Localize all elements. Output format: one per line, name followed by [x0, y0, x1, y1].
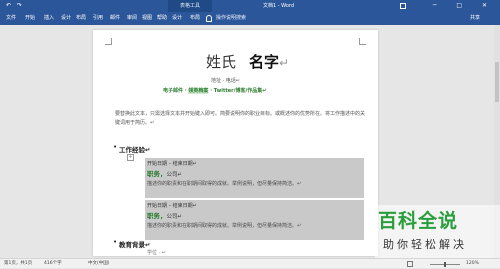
section-experience-heading[interactable]: 工作经验↵: [119, 144, 150, 154]
job-description[interactable]: 描述你的职责和在职期间取得的成就。举例说明，但尽量保持简洁。↵: [147, 222, 301, 229]
ribbon-display-icon[interactable]: [400, 3, 406, 9]
tab-review[interactable]: 审阅: [127, 12, 137, 25]
summary-paragraph[interactable]: 要替换此文本，只需选择文本并开始键入即可。简要说明你的职业目标。或概述你的优势所…: [115, 110, 365, 128]
zoom-slider-thumb[interactable]: [444, 262, 446, 267]
print-layout-view-icon[interactable]: [407, 261, 413, 267]
crop-mark-top-left: [105, 38, 112, 45]
job-dates[interactable]: 开始日期 – 结束日期↵: [147, 202, 197, 209]
section-bullet: •: [113, 143, 118, 151]
job-entry[interactable]: 开始日期 – 结束日期↵ 职务，公司↵ 描述你的职责和在职期间取得的成就。举例说…: [145, 158, 364, 198]
job-title[interactable]: 职务，公司↵: [147, 168, 182, 178]
ribbon-tabs: 文件 开始 插入 设计 布局 引用 邮件 审阅 视图 帮助 设计 布局 操作说明…: [0, 12, 500, 25]
section-bullet: •: [113, 238, 118, 246]
tell-me-search[interactable]: 操作说明搜索: [216, 12, 246, 25]
document-page[interactable]: 姓氏 名字↵ 地址 · 电话↵ 电子邮件 · 领英档案 · Twitter/博客…: [93, 30, 378, 256]
window-title: 文档1 - Word: [263, 3, 295, 9]
tab-design[interactable]: 设计: [61, 12, 71, 25]
education-degree[interactable]: 学位 · ↵: [147, 249, 166, 256]
tab-mailings[interactable]: 邮件: [110, 12, 120, 25]
job-title[interactable]: 职务，公司↵: [147, 210, 182, 220]
paragraph-mark: ↵: [279, 56, 290, 70]
section-education-heading[interactable]: 教育背景↵: [119, 239, 150, 249]
contact-address-phone[interactable]: 地址 · 电话↵: [211, 77, 240, 84]
scrollbar-thumb[interactable]: [495, 62, 499, 102]
first-name[interactable]: 姓氏: [206, 51, 236, 72]
share-button[interactable]: 共享: [470, 12, 480, 25]
tab-table-design[interactable]: 设计: [172, 12, 182, 25]
job-description[interactable]: 描述你的职责和在职期间取得的成就。举例说明，但尽量保持简洁。↵: [147, 180, 301, 187]
watermark-title: 百科全说: [378, 210, 459, 232]
status-bar: 第1页，共1页 416个字 中文(中国) 120%: [0, 258, 500, 268]
tab-file[interactable]: 文件: [6, 12, 16, 25]
job-entry[interactable]: 开始日期 – 结束日期↵ 职务，公司↵ 描述你的职责和在职期间取得的成就。举例说…: [145, 200, 364, 240]
window-controls[interactable]: ─ □ ✕: [433, 0, 496, 12]
tab-home[interactable]: 开始: [25, 12, 35, 25]
quick-access-toolbar[interactable]: ↶ ↷: [6, 2, 24, 9]
contact-email-links[interactable]: 电子邮件 · 领英档案 · Twitter/博客/作品集↵: [163, 87, 266, 94]
tab-insert[interactable]: 插入: [44, 12, 54, 25]
watermark-subtitle: 助你轻松解决: [383, 238, 467, 251]
tab-layout[interactable]: 布局: [76, 12, 86, 25]
watermark-logo: 百科全说 助你轻松解决: [375, 205, 500, 258]
tab-help[interactable]: 帮助: [157, 12, 167, 25]
linkedin-highlight: 领英档案: [188, 88, 209, 94]
tab-view[interactable]: 视图: [142, 12, 152, 25]
table-move-handle-icon[interactable]: +: [127, 154, 134, 161]
job-company: 公司↵: [166, 172, 183, 178]
tab-references[interactable]: 引用: [93, 12, 103, 25]
last-name[interactable]: 名字↵: [249, 51, 289, 72]
job-dates[interactable]: 开始日期 – 结束日期↵: [147, 160, 197, 167]
job-company: 公司↵: [166, 214, 183, 220]
title-bar: ↶ ↷ 表格工具 文档1 - Word ─ □ ✕: [0, 0, 500, 12]
crop-mark-top-right: [359, 38, 366, 45]
tab-table-layout[interactable]: 布局: [190, 12, 200, 25]
table-tools-context-tab: 表格工具: [168, 0, 212, 12]
lightbulb-icon: [206, 15, 212, 22]
